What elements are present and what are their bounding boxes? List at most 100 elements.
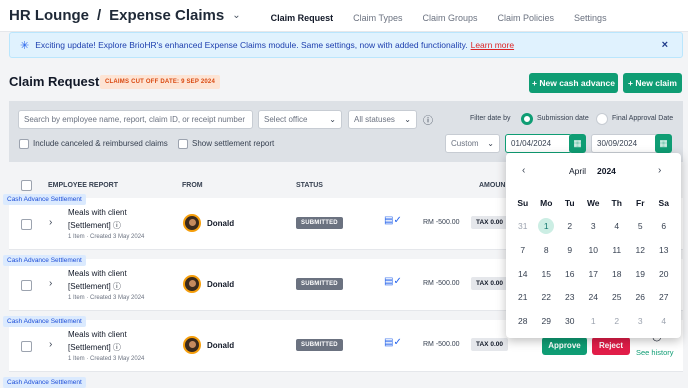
learn-more-link[interactable]: Learn more (471, 40, 514, 50)
info-icon[interactable]: ⓘ (423, 112, 433, 127)
date-range-select[interactable]: Custom ⌄ (445, 134, 500, 153)
calendar-day[interactable]: 29 (535, 309, 559, 333)
calendar-day[interactable]: 16 (558, 262, 582, 286)
calendar-day[interactable]: 10 (582, 238, 606, 262)
calendar-day[interactable]: 1 (535, 215, 559, 239)
tab-settings[interactable]: Settings (574, 0, 607, 32)
show-settlement-checkbox[interactable] (178, 139, 188, 149)
receipt-icon[interactable]: ▤✓ (384, 276, 402, 287)
receipt-icon[interactable]: ▤✓ (384, 215, 402, 226)
row-checkbox[interactable] (21, 280, 32, 291)
new-cash-advance-button[interactable]: + New cash advance (529, 73, 618, 93)
page-title: Claim Request (9, 74, 100, 89)
submission-date-radio[interactable] (521, 113, 533, 125)
end-date-input[interactable]: 30/09/2024 (591, 134, 658, 153)
report-title[interactable]: Meals with client (68, 208, 127, 217)
final-approval-radio[interactable] (596, 113, 608, 125)
weekday-label: Mo (540, 197, 553, 208)
approve-button[interactable]: Approve (542, 337, 587, 355)
chevron-right-icon[interactable]: › (49, 217, 52, 228)
tax-badge: TAX 0.00 (471, 216, 508, 229)
report-meta: 1 Item · Created 3 May 2024 (68, 234, 145, 240)
calendar-day[interactable]: 27 (652, 285, 676, 309)
calendar-icon[interactable]: ▦ (655, 134, 672, 153)
weekday-label: Su (517, 197, 529, 208)
calendar-day[interactable]: 12 (629, 238, 653, 262)
calendar-day[interactable]: 30 (558, 309, 582, 333)
calendar-day[interactable]: 19 (629, 262, 653, 286)
tab-claim-types[interactable]: Claim Types (353, 0, 402, 32)
calendar-day[interactable]: 3 (629, 309, 653, 333)
app-title[interactable]: HR Lounge (9, 7, 89, 24)
chevron-right-icon[interactable]: › (49, 339, 52, 350)
include-canceled-checkbox[interactable] (19, 139, 29, 149)
calendar-day[interactable]: 5 (629, 215, 653, 239)
chevron-right-icon[interactable]: › (49, 278, 52, 289)
calendar-day[interactable]: 11 (605, 238, 629, 262)
calendar-day[interactable]: 28 (511, 309, 535, 333)
select-all-checkbox[interactable] (21, 180, 32, 191)
calendar-day[interactable]: 4 (605, 215, 629, 239)
status-select[interactable]: All statuses ⌄ (348, 110, 417, 129)
calendar-day[interactable]: 18 (605, 262, 629, 286)
tab-claim-request[interactable]: Claim Request (271, 0, 334, 32)
chevron-down-icon[interactable]: ⌄ (232, 10, 240, 21)
selected-day[interactable]: 1 (538, 218, 555, 235)
calendar-day[interactable]: 31 (511, 215, 535, 239)
see-history-link[interactable]: See history (636, 348, 674, 357)
calendar-year[interactable]: 2024 (597, 166, 616, 176)
calendar-day[interactable]: 20 (652, 262, 676, 286)
receipt-icon[interactable]: ▤✓ (384, 337, 402, 348)
sparkle-icon: ✳ (20, 39, 30, 52)
close-icon[interactable]: × (662, 39, 668, 51)
top-bar: HR Lounge / Expense Claims ⌄ Claim Request… (0, 0, 688, 32)
start-date-input[interactable]: 01/04/2024 (505, 134, 572, 153)
header-status: STATUS (296, 182, 323, 189)
report-title[interactable]: Meals with client (68, 330, 127, 339)
calendar-day[interactable]: 3 (582, 215, 606, 239)
report-title[interactable]: Meals with client (68, 269, 127, 278)
calendar-day[interactable]: 9 (558, 238, 582, 262)
employee-name: Donald (207, 280, 235, 289)
calendar-day[interactable]: 24 (582, 285, 606, 309)
tab-claim-groups[interactable]: Claim Groups (423, 0, 478, 32)
calendar-day[interactable]: 17 (582, 262, 606, 286)
calendar-day[interactable]: 26 (629, 285, 653, 309)
filter-date-label: Filter date by (470, 115, 511, 122)
chevron-right-icon[interactable]: › (658, 165, 661, 176)
office-select[interactable]: Select office ⌄ (258, 110, 342, 129)
calendar-day[interactable]: 23 (558, 285, 582, 309)
calendar-day[interactable]: 6 (652, 215, 676, 239)
row-checkbox[interactable] (21, 219, 32, 230)
calendar-day[interactable]: 15 (535, 262, 559, 286)
search-input[interactable]: Search by employee name, report, claim I… (18, 110, 253, 129)
calendar-day[interactable]: 13 (652, 238, 676, 262)
row-checkbox[interactable] (21, 341, 32, 352)
calendar-day[interactable]: 1 (582, 309, 606, 333)
help-icon: ⓘ (112, 282, 121, 291)
calendar-day[interactable]: 2 (558, 215, 582, 239)
reject-button[interactable]: Reject (592, 337, 630, 355)
breadcrumb-separator: / (97, 7, 102, 24)
calendar-day[interactable]: 4 (652, 309, 676, 333)
calendar-day[interactable]: 25 (605, 285, 629, 309)
tab-claim-policies[interactable]: Claim Policies (498, 0, 555, 32)
calendar-day[interactable]: 22 (535, 285, 559, 309)
header-from: FROM (182, 182, 203, 189)
calendar-day[interactable]: 7 (511, 238, 535, 262)
report-meta: 1 Item · Created 3 May 2024 (68, 356, 145, 362)
cash-advance-tag: Cash Advance Settlement (3, 194, 86, 205)
status-badge: SUBMITTED (296, 339, 343, 351)
calendar-day[interactable]: 8 (535, 238, 559, 262)
calendar-month[interactable]: April (569, 166, 586, 176)
header-report: EMPLOYEE REPORT (48, 182, 119, 189)
report-subtitle-text: [Settlement] (68, 221, 111, 230)
calendar-day[interactable]: 14 (511, 262, 535, 286)
chevron-left-icon[interactable]: ‹ (522, 165, 525, 176)
calendar-icon[interactable]: ▦ (569, 134, 586, 153)
calendar-day[interactable]: 21 (511, 285, 535, 309)
status-badge: SUBMITTED (296, 278, 343, 290)
calendar-day[interactable]: 2 (605, 309, 629, 333)
new-claim-button[interactable]: + New claim (623, 73, 682, 93)
show-settlement-label: Show settlement report (192, 139, 275, 148)
